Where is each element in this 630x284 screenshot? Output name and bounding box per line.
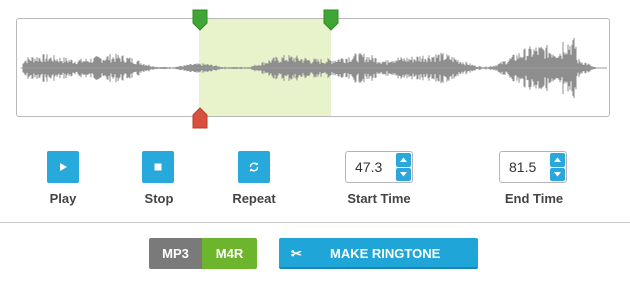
end-time-spinner[interactable] <box>499 151 567 183</box>
play-button[interactable] <box>47 151 79 183</box>
chevron-down-icon <box>554 171 561 177</box>
chevron-up-icon <box>400 157 407 163</box>
format-mp3-button[interactable]: MP3 <box>149 238 202 269</box>
end-time-label: End Time <box>504 191 564 206</box>
make-ringtone-button[interactable]: ✂ MAKE RINGTONE <box>279 238 478 269</box>
scissors-icon: ✂ <box>291 246 302 261</box>
waveform-panel[interactable] <box>16 18 610 117</box>
start-handle-bottom[interactable] <box>191 107 209 129</box>
stop-button[interactable] <box>142 151 174 183</box>
start-time-decrement[interactable] <box>396 167 411 181</box>
end-time-input[interactable] <box>500 152 550 182</box>
play-label: Play <box>49 191 77 206</box>
stop-icon <box>154 163 162 171</box>
end-time-increment[interactable] <box>550 153 565 167</box>
chevron-up-icon <box>554 157 561 163</box>
chevron-down-icon <box>400 171 407 177</box>
start-time-spinner[interactable] <box>345 151 413 183</box>
make-ringtone-label: MAKE RINGTONE <box>330 246 441 261</box>
end-handle-top[interactable] <box>322 9 340 31</box>
divider <box>0 222 630 223</box>
start-time-input[interactable] <box>346 152 396 182</box>
repeat-label: Repeat <box>232 191 276 206</box>
start-handle-top[interactable] <box>191 9 209 31</box>
repeat-button[interactable] <box>238 151 270 183</box>
format-m4r-button[interactable]: M4R <box>202 238 257 269</box>
stop-label: Stop <box>144 191 174 206</box>
start-time-label: Start Time <box>347 191 411 206</box>
end-time-decrement[interactable] <box>550 167 565 181</box>
waveform <box>20 37 607 99</box>
repeat-icon <box>249 162 259 172</box>
play-icon <box>60 163 67 171</box>
start-time-increment[interactable] <box>396 153 411 167</box>
